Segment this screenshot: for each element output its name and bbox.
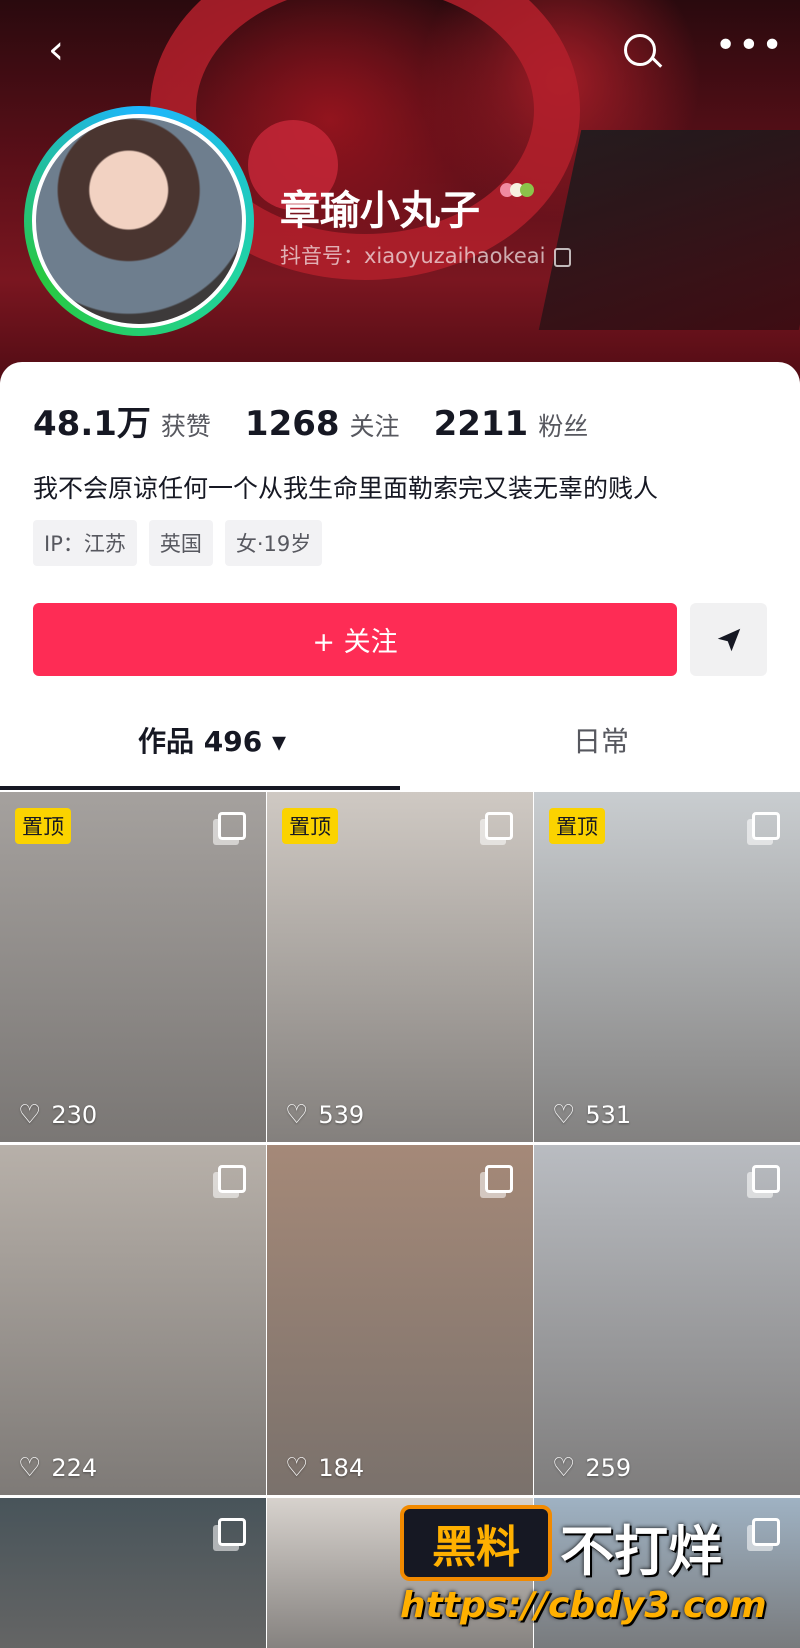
like-count-value: 259 (585, 1454, 632, 1482)
stat-label: 粉丝 (538, 412, 589, 441)
like-count-value: 230 (51, 1101, 98, 1129)
multi-image-icon (218, 1165, 246, 1193)
heart-icon: ♡ (552, 1453, 576, 1483)
dango-emoji-icon (500, 182, 534, 201)
watermark-badge: 黑料 (400, 1505, 552, 1581)
multi-image-icon (485, 812, 513, 840)
video-thumbnail[interactable]: ♡ 184 (267, 1145, 533, 1495)
douyin-id: 抖音号：xiaoyuzaihaokeai (280, 240, 571, 270)
video-thumbnail[interactable]: ♡ 259 (534, 1145, 800, 1495)
video-thumbnail[interactable]: 置顶 ♡ 230 (0, 792, 266, 1142)
pinned-badge: 置顶 (15, 808, 71, 844)
bio-text: 我不会原谅任何一个从我生命里面勒索完又装无辜的贱人 (33, 474, 659, 503)
avatar[interactable] (32, 114, 246, 328)
watermark: 黑料 不打烊 https://cbdy3.com (400, 1505, 785, 1633)
like-count: ♡ 184 (285, 1453, 364, 1483)
like-count: ♡ 531 (552, 1100, 631, 1130)
multi-image-icon (752, 1165, 780, 1193)
stat-value: 1268 (244, 404, 340, 444)
more-dots-icon[interactable]: ••• (715, 28, 785, 64)
profile-name: 章瑜小丸子 (280, 188, 480, 234)
like-count-value: 184 (318, 1454, 365, 1482)
like-count: ♡ 539 (285, 1100, 364, 1130)
stat-value: 2211 (433, 404, 529, 444)
stat-following[interactable]: 1268 关注 (245, 404, 400, 444)
heart-icon: ♡ (552, 1100, 576, 1130)
multi-image-icon (752, 812, 780, 840)
like-count: ♡ 230 (18, 1100, 97, 1130)
share-button[interactable] (690, 603, 767, 676)
stat-label: 获赞 (160, 412, 211, 441)
tag-location: 英国 (148, 520, 213, 566)
multi-image-icon (485, 1165, 513, 1193)
copy-icon[interactable] (553, 247, 571, 267)
like-count-value: 531 (585, 1101, 632, 1129)
like-count-value: 224 (51, 1454, 98, 1482)
watermark-text: 不打烊 (560, 1520, 722, 1583)
tab-indicator (0, 786, 400, 790)
content-tabs: 作品 496 ▾ 日常 (0, 720, 800, 776)
multi-image-icon (218, 1518, 246, 1546)
search-icon[interactable] (624, 34, 656, 66)
heart-icon: ♡ (18, 1100, 42, 1130)
stats-row: 48.1万 获赞 1268 关注 2211 粉丝 (33, 396, 622, 445)
heart-icon: ♡ (285, 1100, 309, 1130)
pinned-badge: 置顶 (549, 808, 605, 844)
heart-icon: ♡ (18, 1453, 42, 1483)
cover-decoration (538, 130, 800, 330)
follow-button[interactable]: + 关注 (33, 603, 677, 676)
pinned-badge: 置顶 (282, 808, 338, 844)
like-count-value: 539 (318, 1101, 365, 1129)
tab-daily[interactable]: 日常 (573, 720, 629, 760)
douyin-id-text: 抖音号：xiaoyuzaihaokeai (280, 244, 546, 268)
stat-followers[interactable]: 2211 粉丝 (434, 404, 589, 444)
like-count: ♡ 224 (18, 1453, 97, 1483)
profile-tags: IP：江苏 英国 女·19岁 (33, 520, 334, 566)
profile-card: 48.1万 获赞 1268 关注 2211 粉丝 我不会原谅任何一个从我生命里面… (0, 362, 800, 1648)
tag-ip: IP：江苏 (33, 520, 137, 566)
stat-value: 48.1万 (33, 404, 151, 444)
tag-gender-age: 女·19岁 (224, 520, 323, 566)
video-thumbnail[interactable]: 置顶 ♡ 531 (534, 792, 800, 1142)
back-button[interactable]: ‹ (48, 30, 64, 70)
tab-works[interactable]: 作品 496 ▾ (138, 720, 286, 760)
like-count: ♡ 259 (552, 1453, 631, 1483)
stat-label: 关注 (349, 412, 400, 441)
heart-icon: ♡ (285, 1453, 309, 1483)
stat-likes[interactable]: 48.1万 获赞 (33, 396, 211, 445)
video-thumbnail[interactable]: 置顶 ♡ 539 (267, 792, 533, 1142)
send-icon (717, 628, 740, 651)
video-thumbnail[interactable]: ♡ 224 (0, 1145, 266, 1495)
multi-image-icon (218, 812, 246, 840)
watermark-url: https://cbdy3.com (400, 1585, 767, 1626)
video-thumbnail[interactable] (0, 1498, 266, 1648)
